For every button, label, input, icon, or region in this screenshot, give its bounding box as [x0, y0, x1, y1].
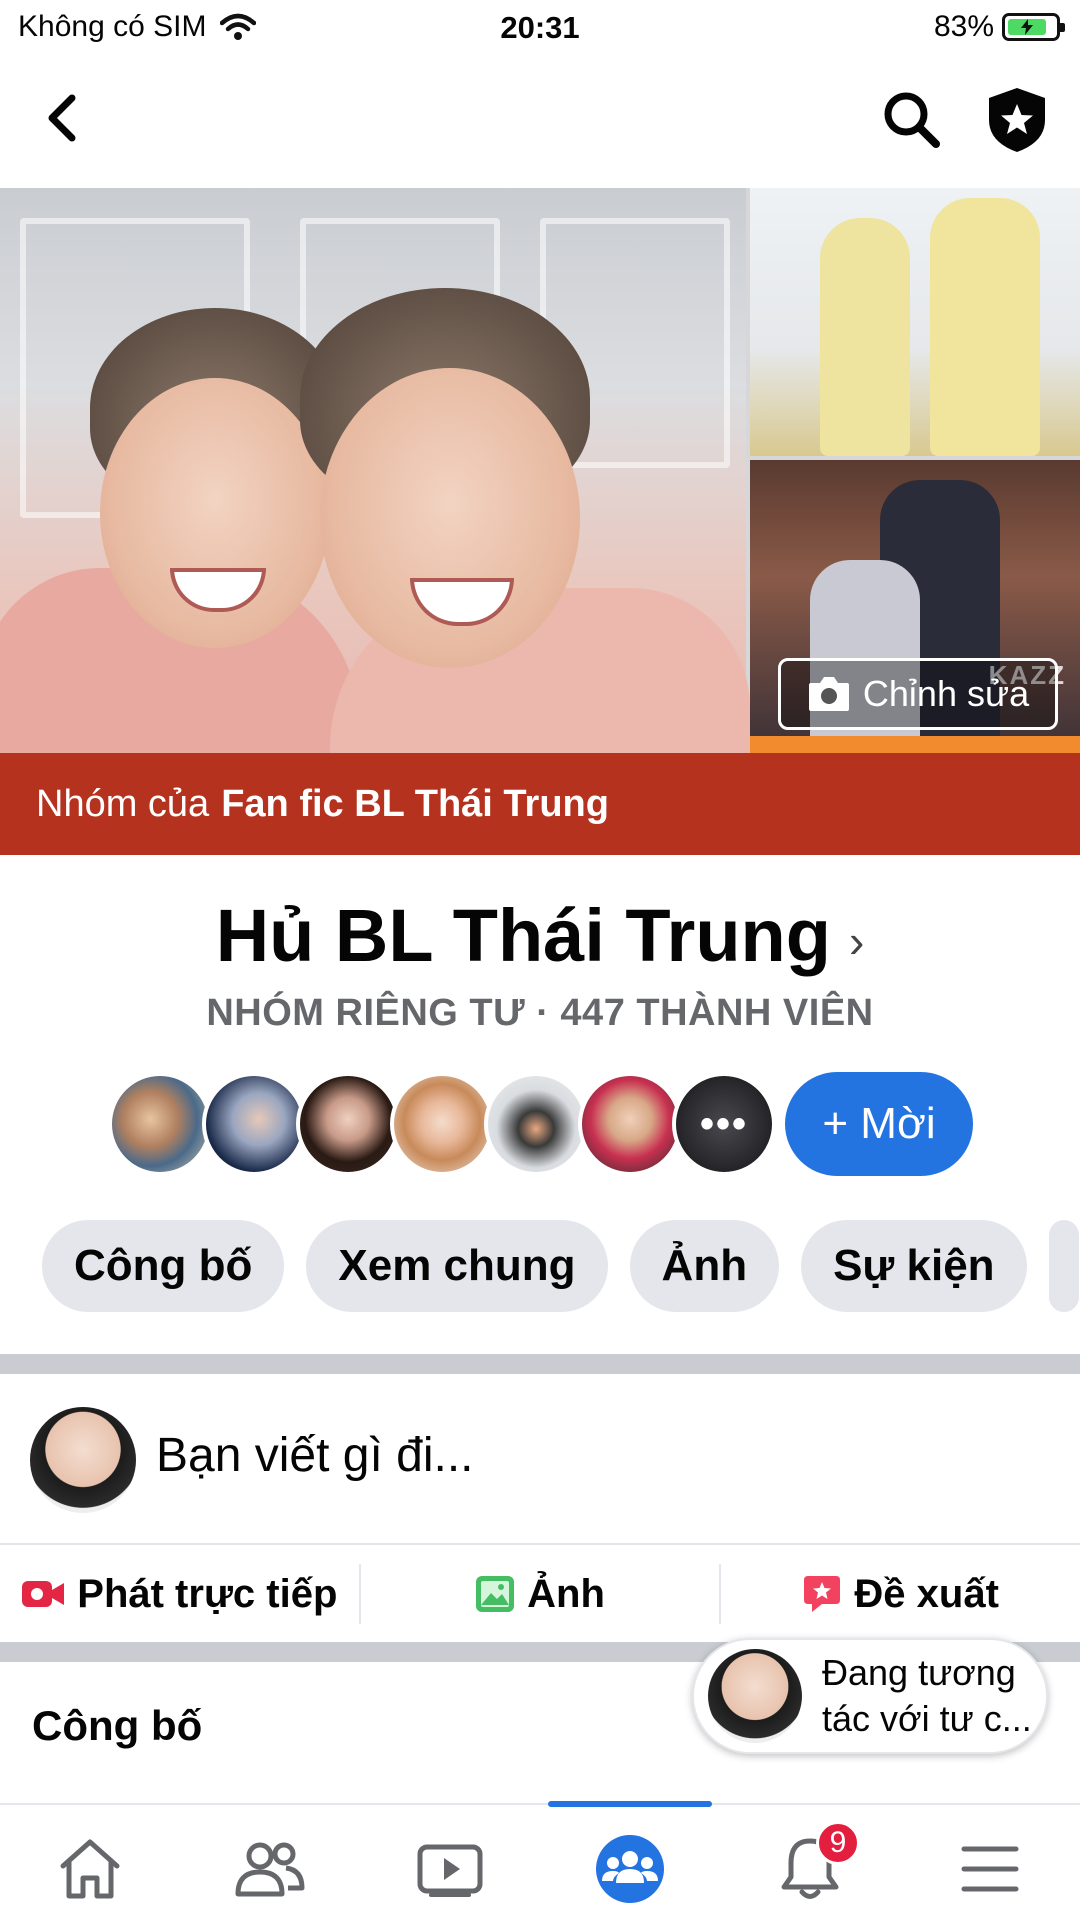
- group-tabs: Công bố Xem chung Ảnh Sự kiện: [42, 1220, 1079, 1312]
- avatar[interactable]: [390, 1072, 494, 1176]
- battery-percent: 83%: [933, 10, 994, 43]
- home-icon: [60, 1839, 120, 1899]
- group-privacy-members: NHÓM RIÊNG TƯ · 447 THÀNH VIÊN: [206, 992, 874, 1034]
- figure: [930, 198, 1040, 456]
- photo-icon: [476, 1576, 515, 1612]
- clock: 20:31: [500, 10, 580, 45]
- chevron-left-icon: [48, 94, 76, 142]
- composer-actions: Phát trực tiếp Ảnh Đề xuất: [0, 1546, 1080, 1642]
- composer-divider: [0, 1543, 1080, 1545]
- suggest-label: Đề xuất: [854, 1571, 999, 1616]
- active-tab-indicator: [548, 1801, 712, 1807]
- banner-owner-name[interactable]: Fan fic BL Thái Trung: [221, 783, 609, 826]
- bubble-text: Đang tương tác với tư c...: [822, 1652, 1032, 1739]
- status-bar: Không có SIM 20:31 83%: [0, 0, 1080, 56]
- tab-groups[interactable]: [590, 1829, 670, 1909]
- post-composer-input[interactable]: Bạn viết gì đi...: [156, 1428, 474, 1483]
- tab-announcements[interactable]: Công bố: [42, 1220, 285, 1312]
- tab-next-peek[interactable]: [1048, 1220, 1079, 1312]
- interacting-as-bubble[interactable]: Đang tương tác với tư c...: [692, 1638, 1048, 1754]
- invite-button[interactable]: + Mời: [785, 1072, 973, 1176]
- go-live-label: Phát trực tiếp: [77, 1571, 338, 1616]
- live-video-icon: [22, 1581, 65, 1607]
- avatar[interactable]: [578, 1072, 682, 1176]
- section-divider: [0, 1354, 1080, 1374]
- menu-icon: [961, 1846, 1019, 1892]
- banner-prefix: Nhóm của: [36, 782, 210, 825]
- invite-label: + Mời: [822, 1099, 936, 1148]
- status-right: 83%: [933, 10, 1065, 44]
- chevron-right-icon: ›: [848, 915, 865, 968]
- cover-accent-strip: [750, 736, 1080, 753]
- tab-notifications[interactable]: 9: [770, 1821, 860, 1909]
- bubble-avatar: [708, 1649, 802, 1743]
- watch-video-icon: [417, 1844, 483, 1897]
- more-members-button[interactable]: •••: [672, 1072, 776, 1176]
- admin-shield-icon: [989, 88, 1045, 152]
- go-live-button[interactable]: Phát trực tiếp: [0, 1546, 359, 1642]
- edit-cover-button[interactable]: Chỉnh sửa: [778, 658, 1058, 730]
- cover-side-photo-top: [750, 188, 1080, 456]
- tab-watch-party[interactable]: Xem chung: [306, 1220, 608, 1312]
- figure: [820, 218, 910, 456]
- bottom-tab-bar: 9: [0, 1801, 1080, 1920]
- my-avatar[interactable]: [30, 1407, 136, 1513]
- nav-bar: [0, 60, 1080, 188]
- group-owner-banner[interactable]: Nhóm của Fan fic BL Thái Trung: [0, 753, 1080, 855]
- avatar[interactable]: [484, 1072, 588, 1176]
- more-members-dots: •••: [699, 1101, 748, 1146]
- announcements-section-title: Công bố: [32, 1702, 203, 1749]
- suggestion-icon: [804, 1576, 841, 1612]
- avatar[interactable]: [296, 1072, 400, 1176]
- group-title[interactable]: Hủ BL Thái Trung ›: [0, 893, 1080, 978]
- back-button[interactable]: [38, 88, 88, 148]
- tab-menu[interactable]: [950, 1829, 1030, 1909]
- cover-main-photo: [0, 188, 750, 753]
- battery-level: [1008, 19, 1047, 35]
- search-icon: [884, 92, 940, 148]
- tab-watch[interactable]: [410, 1829, 490, 1909]
- admin-tools-button[interactable]: [985, 86, 1049, 154]
- tab-photos[interactable]: Ảnh: [629, 1220, 780, 1312]
- photo-button[interactable]: Ảnh: [361, 1546, 720, 1642]
- groups-icon: [596, 1835, 664, 1903]
- avatar[interactable]: [202, 1072, 306, 1176]
- edit-cover-label: Chỉnh sửa: [862, 673, 1030, 714]
- cover-photo[interactable]: KAZZ Chỉnh sửa: [0, 188, 1080, 753]
- member-avatars[interactable]: •••: [108, 1072, 776, 1176]
- charging-bolt-icon: [1021, 19, 1034, 35]
- friends-icon: [235, 1842, 305, 1897]
- camera-icon: [808, 677, 849, 711]
- suggest-button[interactable]: Đề xuất: [721, 1546, 1080, 1642]
- battery-icon: [1002, 13, 1065, 41]
- group-name: Hủ BL Thái Trung: [215, 894, 831, 977]
- tab-friends[interactable]: [230, 1829, 310, 1909]
- avatar[interactable]: [108, 1072, 212, 1176]
- search-button[interactable]: [880, 88, 944, 152]
- notification-badge: 9: [816, 1821, 860, 1865]
- tab-events[interactable]: Sự kiện: [801, 1220, 1027, 1312]
- photo-label: Ảnh: [527, 1571, 605, 1616]
- tab-home[interactable]: [50, 1829, 130, 1909]
